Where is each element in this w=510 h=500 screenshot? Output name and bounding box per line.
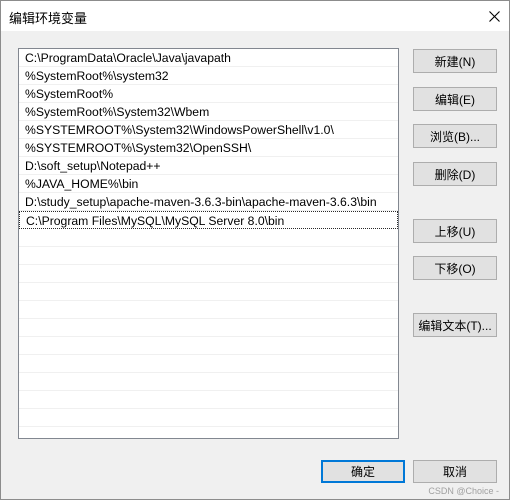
delete-button[interactable]: 删除(D) bbox=[413, 162, 497, 186]
close-icon bbox=[488, 10, 500, 22]
ok-button[interactable]: 确定 bbox=[321, 460, 405, 483]
list-item-empty[interactable] bbox=[19, 355, 398, 373]
list-item[interactable]: %SystemRoot%\system32 bbox=[19, 67, 398, 85]
new-button[interactable]: 新建(N) bbox=[413, 49, 497, 73]
list-item-selected[interactable]: C:\Program Files\MySQL\MySQL Server 8.0\… bbox=[19, 211, 398, 229]
cancel-button[interactable]: 取消 bbox=[413, 460, 497, 483]
list-item[interactable]: %SystemRoot% bbox=[19, 85, 398, 103]
path-list[interactable]: C:\ProgramData\Oracle\Java\javapath %Sys… bbox=[18, 48, 399, 439]
watermark: CSDN @Choice - bbox=[428, 486, 499, 496]
list-item[interactable]: %SYSTEMROOT%\System32\OpenSSH\ bbox=[19, 139, 398, 157]
window-title: 编辑环境变量 bbox=[9, 11, 88, 26]
list-item[interactable]: D:\study_setup\apache-maven-3.6.3-bin\ap… bbox=[19, 193, 398, 211]
browse-button[interactable]: 浏览(B)... bbox=[413, 124, 497, 148]
list-item[interactable]: %JAVA_HOME%\bin bbox=[19, 175, 398, 193]
move-up-button[interactable]: 上移(U) bbox=[413, 219, 497, 243]
list-item-empty[interactable] bbox=[19, 337, 398, 355]
list-item-empty[interactable] bbox=[19, 265, 398, 283]
list-item-empty[interactable] bbox=[19, 409, 398, 427]
title-bar[interactable]: 编辑环境变量 bbox=[1, 1, 509, 31]
list-item-empty[interactable] bbox=[19, 373, 398, 391]
close-button[interactable] bbox=[479, 1, 509, 31]
list-item-empty[interactable] bbox=[19, 319, 398, 337]
list-item[interactable]: %SYSTEMROOT%\System32\WindowsPowerShell\… bbox=[19, 121, 398, 139]
edit-environment-variable-dialog: 编辑环境变量 C:\ProgramData\Oracle\Java\javapa… bbox=[0, 0, 510, 500]
move-down-button[interactable]: 下移(O) bbox=[413, 256, 497, 280]
list-item[interactable]: %SystemRoot%\System32\Wbem bbox=[19, 103, 398, 121]
edit-text-button[interactable]: 编辑文本(T)... bbox=[413, 313, 497, 337]
list-item-empty[interactable] bbox=[19, 301, 398, 319]
list-item[interactable]: D:\soft_setup\Notepad++ bbox=[19, 157, 398, 175]
list-item-empty[interactable] bbox=[19, 229, 398, 247]
list-item-empty[interactable] bbox=[19, 391, 398, 409]
edit-button[interactable]: 编辑(E) bbox=[413, 87, 497, 111]
list-item[interactable]: C:\ProgramData\Oracle\Java\javapath bbox=[19, 49, 398, 67]
list-item-empty[interactable] bbox=[19, 247, 398, 265]
list-item-empty[interactable] bbox=[19, 283, 398, 301]
